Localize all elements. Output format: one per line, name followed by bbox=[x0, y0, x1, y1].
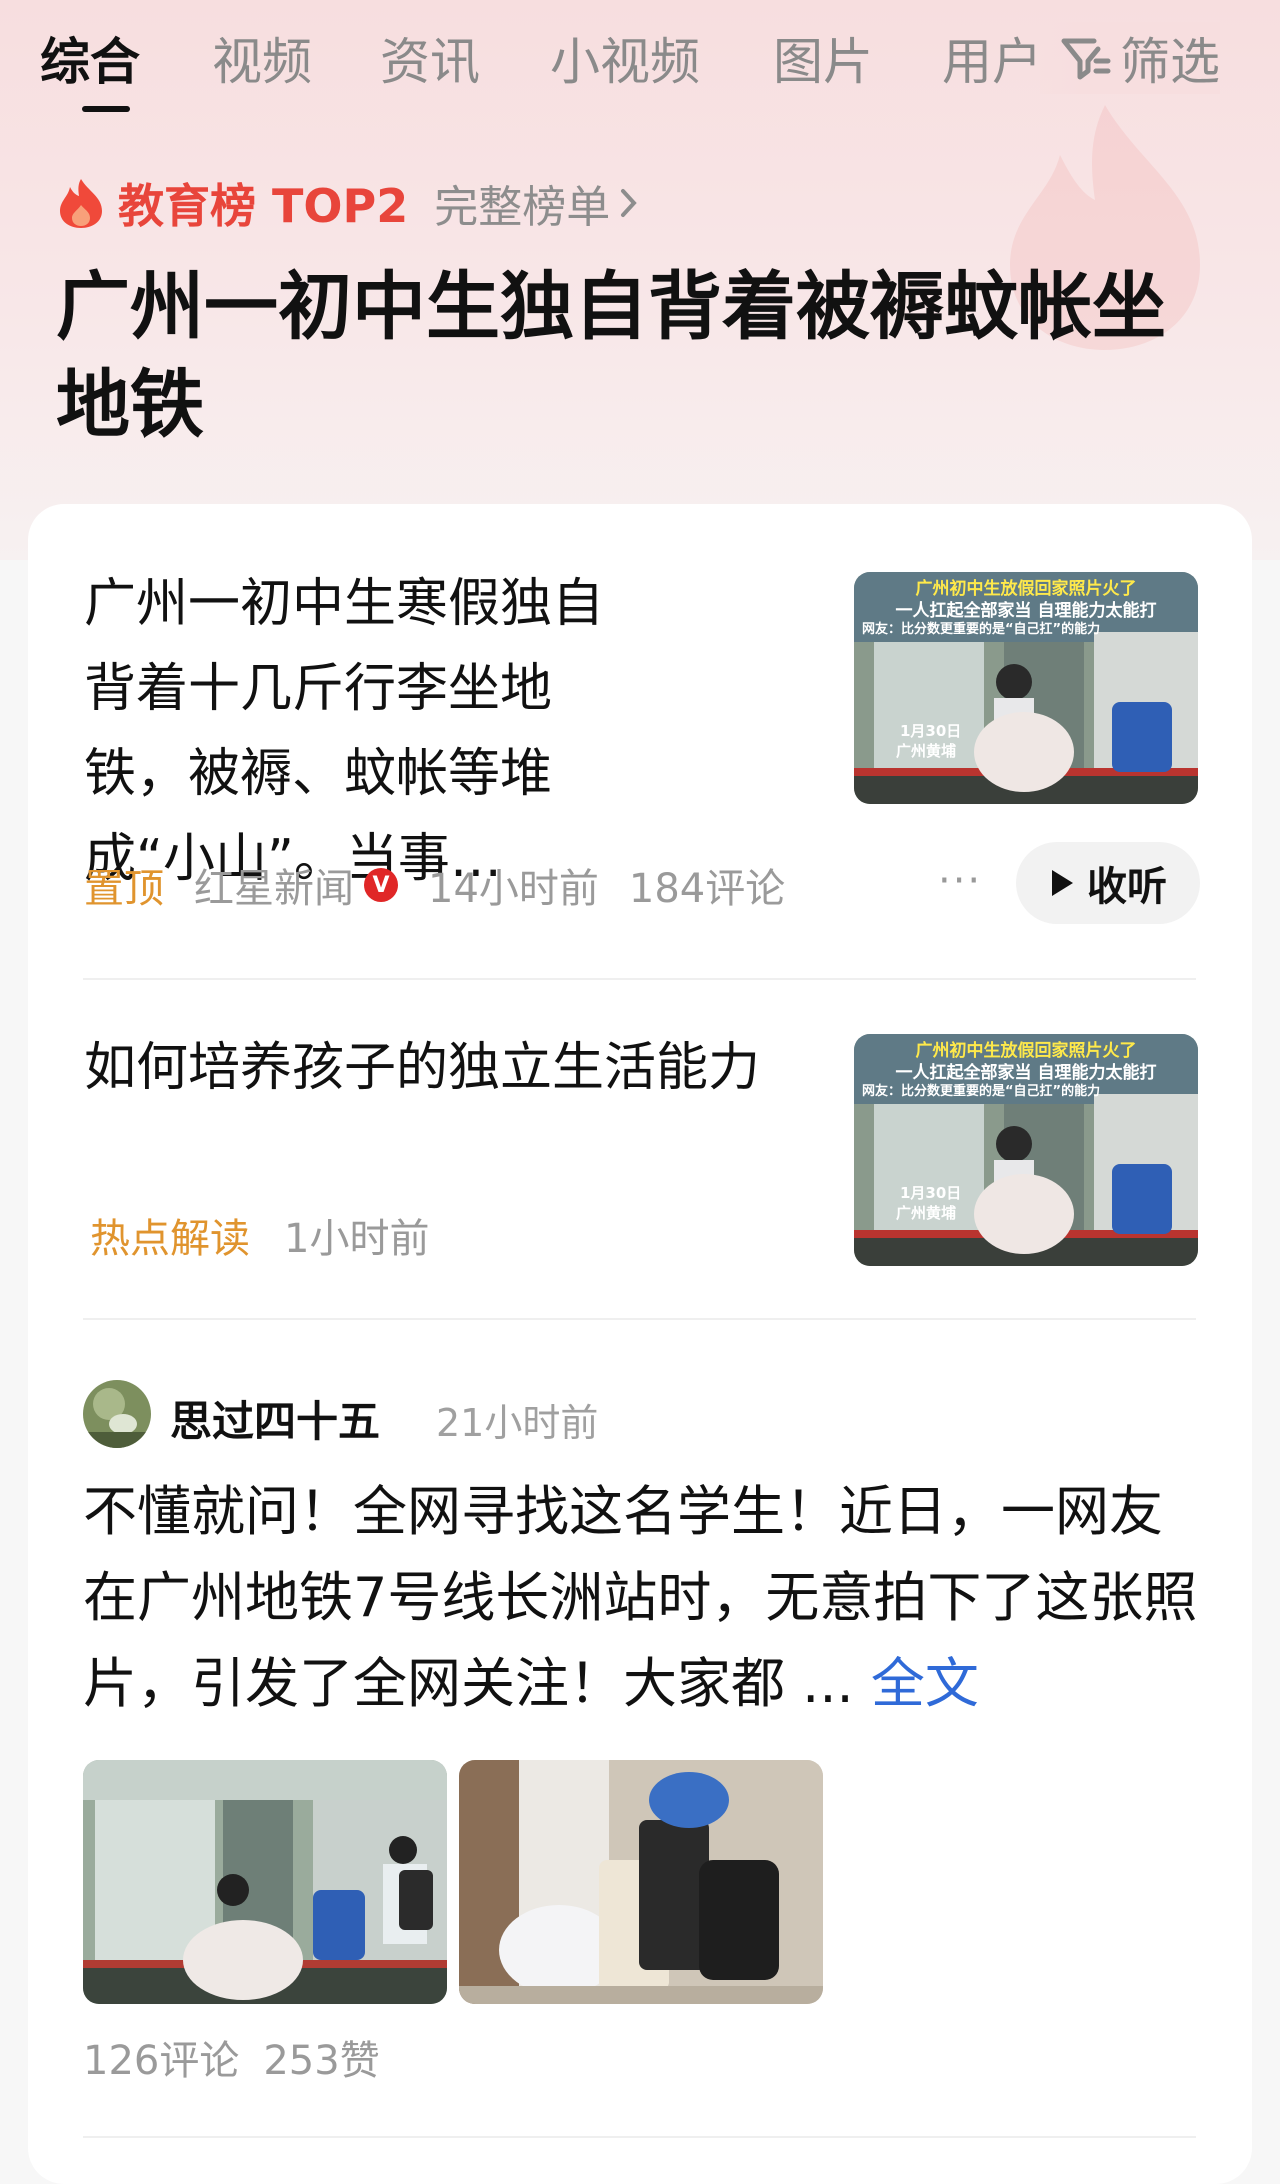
publish-time: 1小时前 bbox=[284, 1216, 430, 1262]
divider bbox=[83, 1318, 1196, 1320]
post-image[interactable] bbox=[83, 1760, 447, 2004]
tab-users[interactable]: 用户 bbox=[942, 22, 1042, 94]
comment-count[interactable]: 184评论 bbox=[629, 856, 785, 914]
tab-news[interactable]: 资讯 bbox=[380, 22, 480, 94]
publish-time: 14小时前 bbox=[428, 866, 599, 912]
hot-topic-tag: 热点解读 bbox=[90, 1216, 250, 1262]
tab-short-video[interactable]: 小视频 bbox=[550, 22, 700, 94]
like-count[interactable]: 253赞 bbox=[263, 2028, 379, 2086]
thumbnail-caption-netizen: 网友：比分数更重要的是“自己扛”的能力 bbox=[862, 622, 1101, 637]
thumbnail-caption-netizen: 网友：比分数更重要的是“自己扛”的能力 bbox=[862, 1084, 1101, 1099]
filter-icon bbox=[1061, 38, 1111, 80]
avatar bbox=[83, 1380, 151, 1448]
post-body[interactable]: 不懂就问！全网寻找这名学生！近日，一网友在广州地铁7号线长洲站时，无意拍下了这张… bbox=[83, 1469, 1213, 1727]
pinned-tag: 置顶 bbox=[84, 866, 164, 912]
comment-count[interactable]: 126评论 bbox=[83, 2028, 239, 2086]
divider bbox=[83, 978, 1196, 980]
verified-badge-icon: V bbox=[364, 868, 398, 902]
search-tabs: 综合 视频 资讯 小视频 图片 用户 筛选 bbox=[0, 0, 1280, 112]
tab-video[interactable]: 视频 bbox=[212, 22, 312, 94]
thumbnail-place: 广州黄埔 bbox=[896, 1204, 957, 1222]
full-ranking-link[interactable]: 完整榜单 bbox=[434, 171, 640, 235]
listen-label: 收听 bbox=[1087, 864, 1167, 910]
thumbnail-place: 广州黄埔 bbox=[896, 742, 957, 760]
divider bbox=[83, 2136, 1196, 2138]
filter-label: 筛选 bbox=[1120, 33, 1220, 91]
author-avatar[interactable] bbox=[83, 1380, 151, 1452]
thumbnail-date: 1月30日 bbox=[900, 1184, 962, 1202]
filter-button[interactable]: 筛选 bbox=[1040, 22, 1220, 94]
play-icon bbox=[1052, 870, 1073, 896]
article-thumbnail[interactable]: 广州初中生放假回家照片火了 一人扛起全部家当 自理能力太能打 网友：比分数更重要… bbox=[854, 572, 1198, 804]
rank-label: 教育榜 TOP2 bbox=[118, 179, 409, 233]
listen-button[interactable]: 收听 bbox=[1016, 842, 1200, 924]
active-tab-indicator bbox=[82, 106, 130, 112]
luggage-photo-image bbox=[459, 1760, 823, 2004]
results-card: 广州一初中生寒假独自背着十几斤行李坐地铁，被褥、蚊帐等堆成“小山”。当事… 广州… bbox=[28, 504, 1252, 2184]
tab-comprehensive[interactable]: 综合 bbox=[40, 22, 140, 94]
author-name[interactable]: 思过四十五 bbox=[170, 1388, 380, 1449]
article-title[interactable]: 如何培养孩子的独立生活能力 bbox=[84, 1026, 784, 1111]
article-meta: 热点解读 1小时前 bbox=[90, 1206, 429, 1264]
full-text-link[interactable]: 全文 bbox=[871, 1652, 979, 1715]
post-time: 21小时前 bbox=[436, 1401, 599, 1445]
post-text: 不懂就问！全网寻找这名学生！近日，一网友在广州地铁7号线长洲站时，无意拍下了这张… bbox=[83, 1480, 1198, 1715]
fire-icon bbox=[60, 179, 102, 228]
thumbnail-date: 1月30日 bbox=[900, 722, 962, 740]
tab-images[interactable]: 图片 bbox=[773, 22, 873, 94]
full-ranking-label: 完整榜单 bbox=[434, 182, 611, 233]
post-stats: 126评论 253赞 bbox=[83, 2028, 380, 2086]
post-image[interactable] bbox=[459, 1760, 823, 2004]
hot-rank-row[interactable]: 教育榜 TOP2 完整榜单 bbox=[58, 170, 640, 236]
chevron-right-icon bbox=[621, 189, 637, 217]
subway-door-photo-image bbox=[83, 1760, 447, 2004]
source-name[interactable]: 红星新闻 bbox=[194, 856, 354, 914]
more-options-icon[interactable]: ··· bbox=[938, 858, 982, 904]
article-meta: 置顶 红星新闻 V 14小时前 184评论 bbox=[84, 856, 785, 914]
article-title[interactable]: 广州一初中生寒假独自背着十几斤行李坐地铁，被褥、蚊帐等堆成“小山”。当事… bbox=[84, 562, 614, 902]
topic-headline[interactable]: 广州一初中生独自背着被褥蚊帐坐地铁 bbox=[56, 258, 1216, 454]
article-thumbnail[interactable]: 广州初中生放假回家照片火了 一人扛起全部家当 自理能力太能打 网友：比分数更重要… bbox=[854, 1034, 1198, 1266]
